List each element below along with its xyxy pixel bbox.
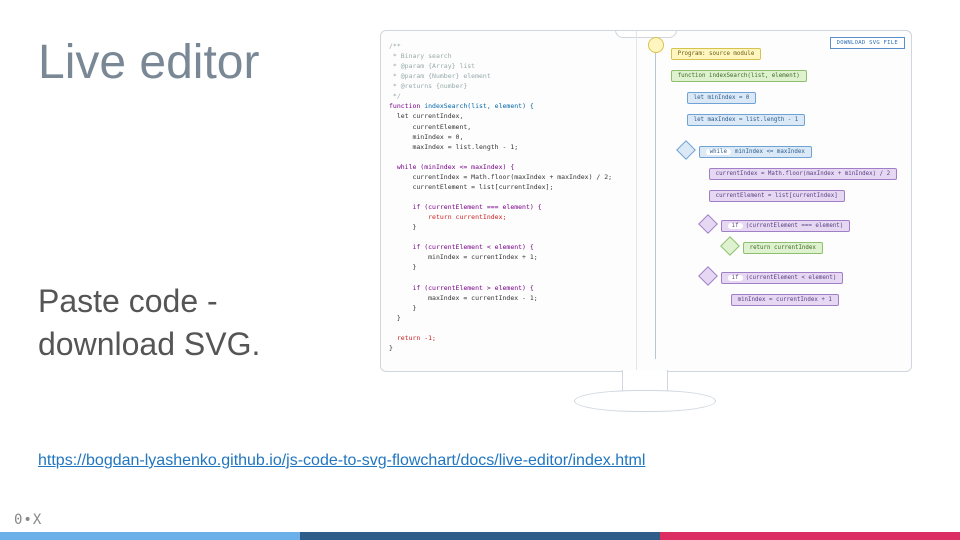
subtitle-line-1: Paste code - [38, 283, 218, 319]
flow-node-if-eq: if(currentElement === element) [721, 220, 851, 232]
monitor-frame: /** * Binary search * @param {Array} lis… [380, 30, 912, 372]
footer-bar-2 [300, 532, 660, 540]
slide-subtitle: Paste code - download SVG. [38, 280, 260, 366]
flow-node-calc-index: currentIndex = Math.floor(maxIndex + min… [709, 168, 898, 180]
flow-node-assign-min: minIndex = currentIndex + 1 [731, 294, 839, 306]
flow-node-function: function indexSearch(list, element) [671, 70, 807, 82]
monitor-stand-base [574, 390, 716, 412]
monitor-illustration: /** * Binary search * @param {Array} lis… [380, 30, 910, 420]
flow-node-if-lt: if(currentElement < element) [721, 272, 844, 284]
footer-accent-bars [0, 532, 960, 540]
diamond-icon [698, 266, 718, 286]
code-editor-pane[interactable]: /** * Binary search * @param {Array} lis… [381, 31, 636, 371]
flow-node-maxindex: let maxIndex = list.length - 1 [687, 114, 806, 126]
slide-title: Live editor [38, 35, 259, 90]
flow-node-minindex: let minIndex = 0 [687, 92, 757, 104]
flow-node-get-element: currentElement = list[currentIndex] [709, 190, 845, 202]
flowchart-pane: DOWNLOAD SVG FILE Program: source module… [636, 31, 911, 371]
flow-node-while: whileminIndex <= maxIndex [699, 146, 812, 158]
flow-node-return: return currentIndex [743, 242, 823, 254]
flow-node-program: Program: source module [671, 48, 762, 60]
live-editor-url[interactable]: https://bogdan-lyashenko.github.io/js-co… [38, 452, 645, 470]
diamond-icon [698, 214, 718, 234]
diamond-icon [676, 140, 696, 160]
diamond-icon [720, 236, 740, 256]
live-editor-app: /** * Binary search * @param {Array} lis… [381, 31, 911, 371]
footer-bar-3 [660, 532, 960, 540]
subtitle-line-2: download SVG. [38, 326, 260, 362]
slide: Live editor Paste code - download SVG. h… [0, 0, 960, 540]
footer-bar-1 [0, 532, 300, 540]
brand-logo: 0•X [14, 512, 42, 528]
start-node-icon [648, 37, 664, 53]
flow-spine [655, 39, 656, 359]
download-svg-button[interactable]: DOWNLOAD SVG FILE [830, 37, 905, 49]
